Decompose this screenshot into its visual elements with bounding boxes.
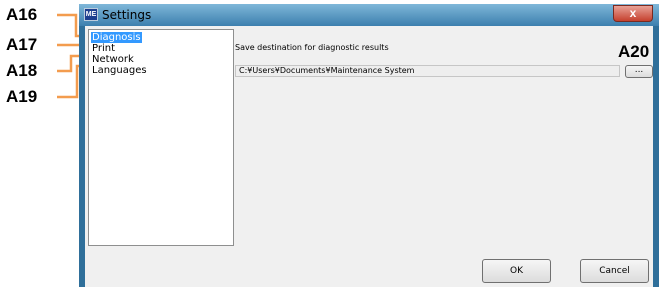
list-item-print[interactable]: Print — [91, 43, 116, 54]
callout-a20: A20 — [618, 42, 650, 61]
list-item-languages[interactable]: Languages — [91, 65, 148, 76]
save-destination-path-field[interactable]: C:¥Users¥Documents¥Maintenance System — [235, 65, 620, 77]
callout-a19: A19 — [6, 87, 38, 106]
callout-a18: A18 — [6, 61, 38, 80]
cancel-button[interactable]: Cancel — [580, 259, 649, 283]
title-bar[interactable]: ME Settings x — [79, 4, 659, 26]
settings-category-list[interactable]: Diagnosis Print Network Languages — [88, 29, 234, 246]
settings-window: ME Settings x Diagnosis Print Network La… — [79, 4, 659, 287]
save-destination-label: Save destination for diagnostic results — [235, 43, 389, 52]
browse-button[interactable]: ... — [625, 65, 653, 78]
window-client-area: Diagnosis Print Network Languages Save d… — [85, 26, 653, 287]
app-icon: ME — [84, 8, 98, 21]
close-button[interactable]: x — [613, 5, 653, 22]
list-item-network[interactable]: Network — [91, 54, 135, 65]
ok-button[interactable]: OK — [482, 259, 551, 283]
window-title: Settings — [102, 8, 152, 22]
callout-a17: A17 — [6, 35, 38, 54]
list-item-diagnosis[interactable]: Diagnosis — [91, 32, 142, 43]
callout-a16: A16 — [6, 5, 38, 24]
